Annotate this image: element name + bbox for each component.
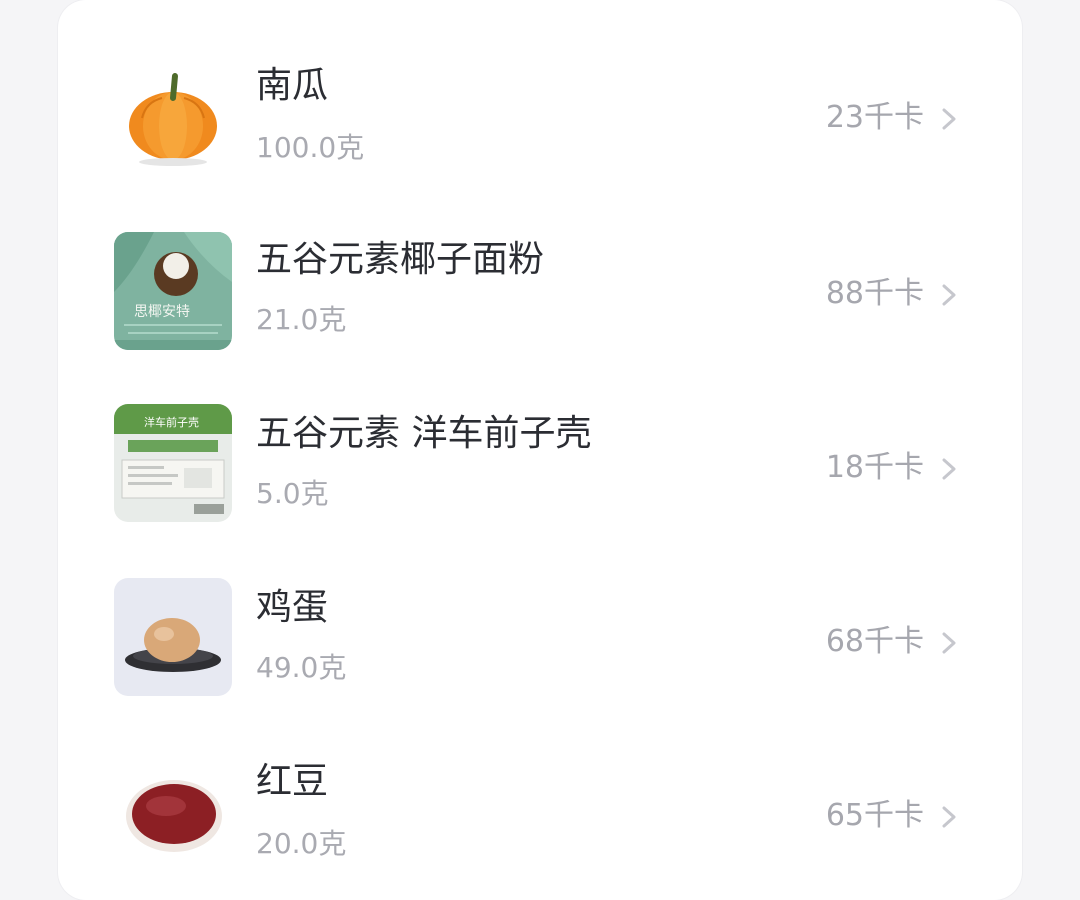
chevron-right-icon [942,632,956,654]
chevron-right-icon [942,458,956,480]
food-weight: 100.0克 [256,131,365,164]
egg-icon [114,578,232,696]
food-calories: 68千卡 [825,624,924,659]
food-weight: 49.0克 [256,651,347,684]
food-name: 鸡蛋 [256,587,329,628]
red-bean-icon [114,752,232,870]
food-name: 五谷元素 洋车前子壳 [256,413,592,454]
food-list-card: 南瓜 100.0克 23千卡 思椰安特 五谷元素椰子面粉 21.0克 88千卡 … [58,0,1022,900]
food-calories: 18千卡 [825,450,924,485]
food-item-red-bean[interactable]: 红豆 20.0克 65千卡 [58,726,1022,900]
food-item-pumpkin[interactable]: 南瓜 100.0克 23千卡 [58,30,1022,204]
food-name: 南瓜 [256,65,329,106]
food-weight: 21.0克 [256,303,347,336]
chevron-right-icon [942,108,956,130]
svg-text:思椰安特: 思椰安特 [134,304,190,320]
food-weight: 5.0克 [256,477,329,510]
food-list: 南瓜 100.0克 23千卡 思椰安特 五谷元素椰子面粉 21.0克 88千卡 … [58,30,1022,900]
chevron-right-icon [942,284,956,306]
chevron-right-icon [942,806,956,828]
food-name: 红豆 [256,761,329,802]
food-weight: 20.0克 [256,827,347,860]
food-item-coconut-flour[interactable]: 思椰安特 五谷元素椰子面粉 21.0克 88千卡 [58,204,1022,378]
svg-text:洋车前子壳: 洋车前子壳 [144,415,199,429]
food-calories: 65千卡 [825,798,924,833]
food-calories: 88千卡 [825,276,924,311]
food-name: 五谷元素椰子面粉 [256,239,545,280]
pumpkin-icon [114,58,232,176]
food-item-psyllium-husk[interactable]: 洋车前子壳 五谷元素 洋车前子壳 5.0克 18千卡 [58,378,1022,552]
food-calories: 23千卡 [825,100,924,135]
coconut-flour-package-icon: 思椰安特 [114,232,232,350]
psyllium-husk-package-icon: 洋车前子壳 [114,404,232,522]
food-item-egg[interactable]: 鸡蛋 49.0克 68千卡 [58,552,1022,726]
